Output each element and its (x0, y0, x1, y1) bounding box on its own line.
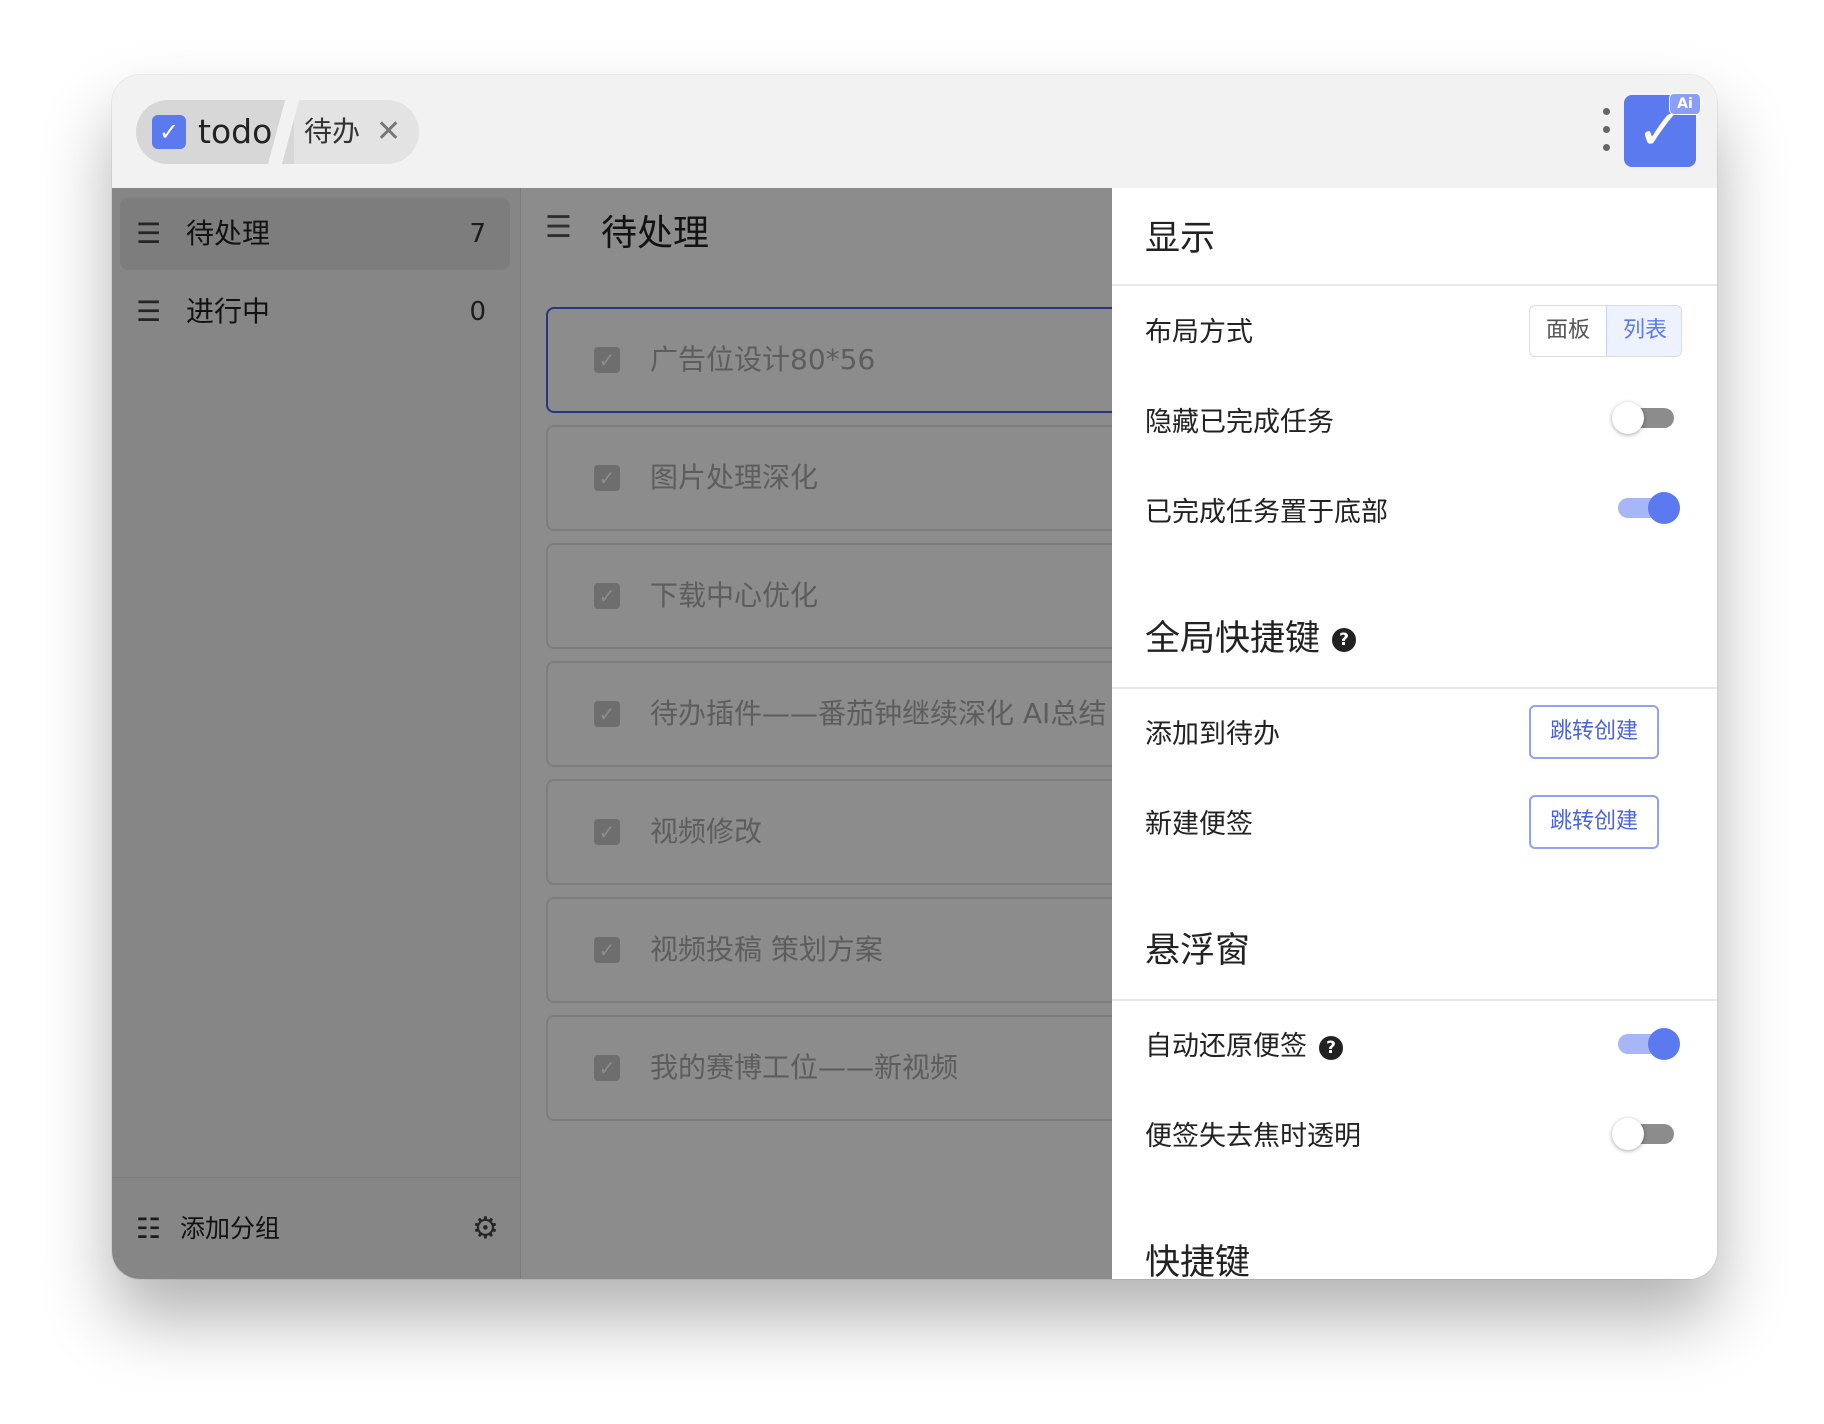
divider (1112, 999, 1717, 1001)
transparent-toggle[interactable] (1612, 1114, 1680, 1154)
add-todo-label: 添加到待办 (1145, 719, 1280, 750)
global-shortcuts-title: 全局快捷键 (1145, 619, 1321, 659)
toggle-knob (1648, 1028, 1680, 1060)
auto-restore-toggle[interactable] (1612, 1024, 1680, 1064)
tab-strip: ✓ todo 待办 ✕ (136, 100, 419, 164)
new-note-label: 新建便签 (1145, 809, 1253, 840)
new-note-create-button[interactable]: 跳转创建 (1529, 795, 1659, 849)
hide-completed-label: 隐藏已完成任务 (1145, 407, 1334, 438)
toggle-knob (1612, 402, 1644, 434)
hide-completed-toggle[interactable] (1612, 398, 1680, 438)
toggle-knob (1648, 492, 1680, 524)
ai-badge: Ai (1669, 93, 1701, 115)
layout-option-list[interactable]: 列表 (1606, 306, 1681, 356)
app-window: ✓ todo 待办 ✕ ✓ Ai ☰ 待处理 7 ☰ 进行中 0 ☷ 添加分组 (112, 75, 1717, 1279)
completed-bottom-label: 已完成任务置于底部 (1145, 497, 1388, 528)
divider (1112, 284, 1717, 286)
layout-segmented-control: 面板 列表 (1529, 305, 1682, 357)
section-title-global-shortcuts: 全局快捷键? (1145, 610, 1357, 661)
auto-restore-row: 自动还原便签? (1145, 1024, 1343, 1063)
divider (1112, 687, 1717, 689)
more-menu-icon[interactable] (1601, 108, 1611, 152)
section-title-display: 显示 (1145, 219, 1216, 259)
add-todo-create-button[interactable]: 跳转创建 (1529, 705, 1659, 759)
layout-option-panel[interactable]: 面板 (1530, 306, 1606, 356)
layout-label: 布局方式 (1145, 317, 1253, 348)
close-icon[interactable]: ✕ (376, 100, 401, 164)
transparent-label: 便签失去焦时透明 (1145, 1121, 1361, 1152)
toggle-knob (1612, 1118, 1644, 1150)
app-name: todo (198, 112, 273, 151)
help-icon[interactable]: ? (1319, 1035, 1343, 1060)
auto-restore-label: 自动还原便签 (1145, 1031, 1307, 1062)
settings-drawer: 显示 布局方式 面板 列表 隐藏已完成任务 已完成任务置于底部 全局快捷键? 添… (1112, 188, 1717, 1279)
section-title-floating: 悬浮窗 (1145, 931, 1251, 971)
section-title-shortcuts: 快捷键 (1145, 1243, 1251, 1279)
modal-backdrop[interactable] (112, 188, 1112, 1279)
tab-title[interactable]: 待办 (304, 100, 360, 164)
completed-bottom-toggle[interactable] (1612, 488, 1680, 528)
app-checkbox-icon: ✓ (152, 115, 186, 149)
content-area: ☰ 待处理 7 ☰ 进行中 0 ☷ 添加分组 ⚙ ☰ 待处理 ✓ 广告位设计80… (112, 188, 1717, 1279)
title-bar: ✓ todo 待办 ✕ ✓ Ai (112, 75, 1717, 188)
help-icon[interactable]: ? (1332, 628, 1357, 652)
